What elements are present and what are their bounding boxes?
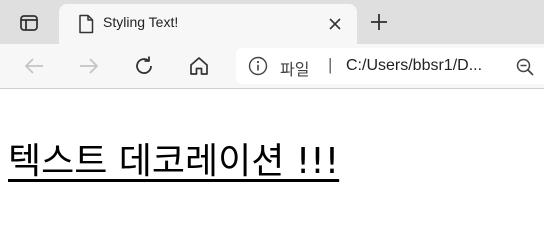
- tab-strip: Styling Text!: [0, 0, 544, 44]
- toolbar-divider: [0, 88, 544, 89]
- address-separator: |: [328, 55, 333, 74]
- address-bar[interactable]: 파일 | C:/Users/bbsr1/D...: [236, 48, 544, 84]
- url-text[interactable]: C:/Users/bbsr1/D...: [346, 57, 482, 75]
- site-info-label[interactable]: 파일: [280, 56, 309, 80]
- tab-title: Styling Text!: [103, 14, 179, 30]
- page-heading: 텍스트 데코레이션 !!!: [8, 141, 340, 182]
- info-icon[interactable]: [248, 56, 268, 76]
- home-icon[interactable]: [184, 51, 214, 81]
- refresh-icon[interactable]: [129, 51, 159, 81]
- forward-arrow-icon[interactable]: [74, 51, 104, 81]
- close-icon[interactable]: [323, 12, 347, 36]
- page-icon: [75, 13, 97, 35]
- back-arrow-icon[interactable]: [19, 51, 49, 81]
- new-tab-icon[interactable]: [364, 8, 394, 36]
- active-tab[interactable]: Styling Text!: [59, 4, 357, 44]
- browser-toolbar: 파일 | C:/Users/bbsr1/D...: [0, 44, 544, 88]
- zoom-out-icon[interactable]: [514, 56, 536, 78]
- tab-actions-icon[interactable]: [8, 9, 50, 37]
